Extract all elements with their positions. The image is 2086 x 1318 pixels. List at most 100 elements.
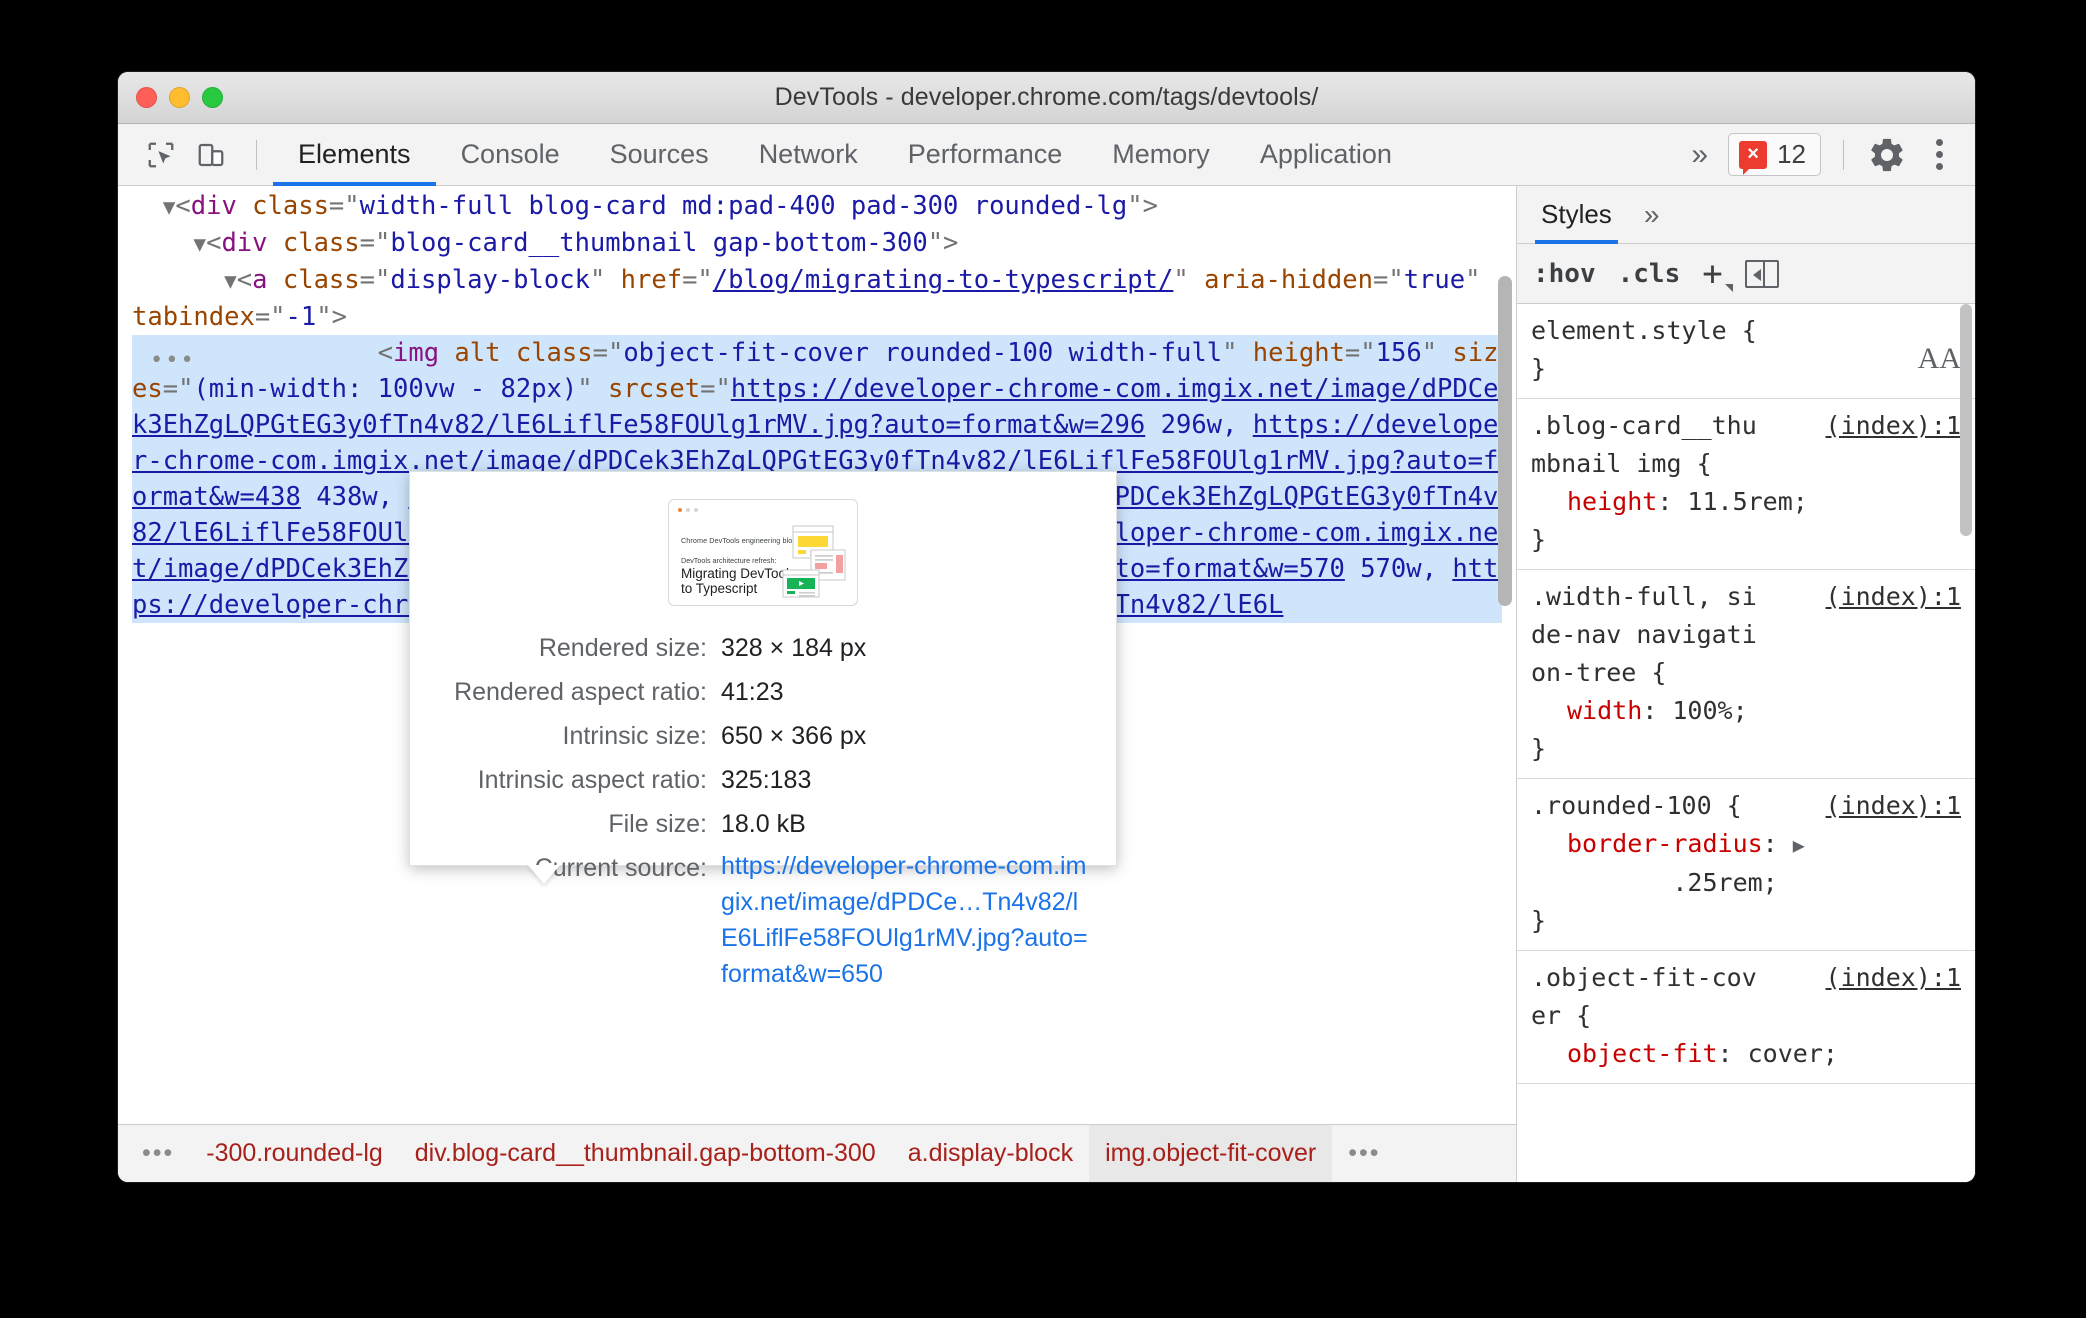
style-rule-selector[interactable]: .blog-card__thumbnail img { [1531,407,1771,483]
tab-console[interactable]: Console [436,124,585,186]
dom-token-attr: alt [454,338,501,368]
breadcrumb-item-3[interactable]: img.object-fit-cover [1089,1124,1333,1182]
dom-indent [132,265,224,295]
style-colon: : [1762,829,1793,858]
styles-more-tabs-icon[interactable]: » [1644,199,1660,231]
style-rule[interactable]: .width-full, side-nav navigation-tree { (… [1517,570,1975,779]
style-property-name[interactable]: border-radius [1567,829,1763,858]
styles-toolbar: :hov .cls + [1517,244,1975,304]
class-filter-button[interactable]: .cls [1618,259,1681,289]
dom-token-val: (min-width: 100vw - 82px) [193,374,578,404]
dom-token-plain [500,338,515,368]
breadcrumb-item-0[interactable]: -300.rounded-lg [190,1125,399,1183]
image-info-value[interactable]: https://developer-chrome-com.imgix.net/i… [721,848,1091,992]
style-colon: : [1657,487,1688,516]
image-info-label: Rendered size: [538,634,707,662]
dom-token-tri[interactable]: ▼ [163,195,176,219]
kebab-menu-icon[interactable] [1922,139,1957,170]
style-rule-selector[interactable]: element.style { [1531,312,1757,350]
style-rule-selector[interactable]: .rounded-100 { [1531,787,1742,825]
preview-window-dots [678,508,698,512]
devtools-body: ▼<div class="width-full blog-card md:pad… [118,186,1975,1182]
breadcrumb-overflow-left[interactable]: ••• [126,1139,190,1168]
toolbar-divider-2 [1843,139,1844,170]
styles-tabbar: Styles » [1517,186,1975,244]
style-property-value[interactable]: cover; [1748,1039,1838,1068]
dom-token-punc: =" [359,228,391,258]
dom-node-line[interactable]: ▼<div class="blog-card__thumbnail gap-bo… [132,225,1502,262]
style-rule-source-link[interactable]: (index):1 [1826,578,1961,616]
toggle-sidebar-icon[interactable] [1744,259,1779,288]
breadcrumb-overflow-right[interactable]: ••• [1332,1139,1396,1168]
new-style-rule-button[interactable]: + [1702,254,1734,294]
style-property-name[interactable]: height [1567,487,1657,516]
dom-token-punc: =" [1344,338,1376,368]
gear-icon[interactable] [1866,134,1908,176]
image-info-label: Rendered aspect ratio: [454,678,707,706]
tab-network[interactable]: Network [734,124,883,186]
style-declaration[interactable]: object-fit: cover; [1531,1035,1961,1073]
style-rule-selector[interactable]: .width-full, side-nav navigation-tree { [1531,578,1771,692]
styles-scrollbar[interactable] [1960,304,1972,536]
style-property-name[interactable]: object-fit [1567,1039,1718,1068]
font-editor-icon[interactable]: AA [1918,340,1961,378]
more-tabs-icon[interactable]: » [1677,139,1722,170]
breadcrumb-item-1[interactable]: div.blog-card__thumbnail.gap-bottom-300 [399,1125,892,1183]
style-rule-header: .object-fit-cover { (index):1 [1531,959,1961,1035]
dom-token-punc: < [175,191,191,221]
styles-rules-list[interactable]: element.style {} AA .blog-card__thumbnail … [1517,304,1975,1182]
toolbar-divider [256,139,257,170]
dom-token-tri[interactable]: ▼ [224,269,237,293]
dom-token-attr: class [515,338,593,368]
dom-node-line[interactable]: ▼<a class="display-block" href="/blog/mi… [132,262,1502,335]
expand-shorthand-icon[interactable]: ▶ [1793,833,1805,857]
dom-node-expand-dots[interactable]: ••• [150,343,196,379]
dom-token-punc: "> [927,228,959,258]
style-rule[interactable]: .rounded-100 { (index):1 border-radius: ▶ … [1517,779,1975,951]
hover-state-button[interactable]: :hov [1533,259,1596,289]
dom-token-val: -1 [285,302,317,332]
device-toolbar-icon[interactable] [190,134,232,176]
tab-styles[interactable]: Styles [1535,186,1618,244]
image-info-rows: Rendered size: 328 × 184 px Rendered aspec… [410,628,1116,992]
error-count-badge[interactable]: × 12 [1728,133,1821,176]
style-rule[interactable]: .blog-card__thumbnail img { (index):1 heig… [1517,399,1975,570]
style-declaration[interactable]: width: 100%; [1531,692,1961,730]
tab-memory[interactable]: Memory [1087,124,1235,186]
dom-token-attr: aria-hidden [1204,265,1373,295]
dom-token-punc: =" [682,265,713,295]
style-rule[interactable]: .object-fit-cover { (index):1 object-fit: … [1517,951,1975,1084]
style-property-value[interactable]: .25rem; [1672,868,1777,897]
image-info-row: Intrinsic size: 650 × 366 px [426,716,1100,756]
tab-performance[interactable]: Performance [883,124,1088,186]
style-rule-source-link[interactable]: (index):1 [1826,787,1961,825]
dom-node-line[interactable]: ▼<div class="width-full blog-card md:pad… [132,188,1502,225]
image-info-value: 650 × 366 px [721,722,867,750]
style-value-indent [1567,868,1672,897]
dom-token-plain: 296w, [1145,410,1253,440]
style-declaration[interactable]: height: 11.5rem; [1531,483,1961,521]
dom-tree-scrollbar[interactable] [1498,276,1512,606]
style-rule[interactable]: element.style {} AA [1517,304,1975,399]
tab-application[interactable]: Application [1235,124,1417,186]
dom-token-tag: div [221,228,268,258]
style-declaration[interactable]: border-radius: ▶ .25rem; [1531,825,1961,902]
image-info-row: File size: 18.0 kB [426,804,1100,844]
style-rule-header: .rounded-100 { (index):1 [1531,787,1961,825]
style-rule-source-link[interactable]: (index):1 [1826,407,1961,445]
style-property-value[interactable]: 100%; [1672,696,1747,725]
style-property-value[interactable]: 11.5rem; [1687,487,1807,516]
dom-token-tri[interactable]: ▼ [193,232,206,256]
style-rule-source-link[interactable]: (index):1 [1826,959,1961,997]
dom-token-lnk[interactable]: /blog/migrating-to-typescript/ [713,265,1174,295]
style-rule-header: .blog-card__thumbnail img { (index):1 [1531,407,1961,483]
breadcrumb-item-2[interactable]: a.display-block [892,1125,1089,1183]
inspect-element-icon[interactable] [140,134,182,176]
dom-token-punc: =" [1372,265,1404,295]
tab-sources[interactable]: Sources [585,124,734,186]
style-property-name[interactable]: width [1567,696,1642,725]
tab-elements[interactable]: Elements [273,124,436,186]
style-rule-close-brace: } [1531,906,1547,935]
style-rule-selector[interactable]: .object-fit-cover { [1531,959,1771,1035]
image-preview-tooltip: Chrome DevTools engineering blog DevTool… [409,471,1117,988]
